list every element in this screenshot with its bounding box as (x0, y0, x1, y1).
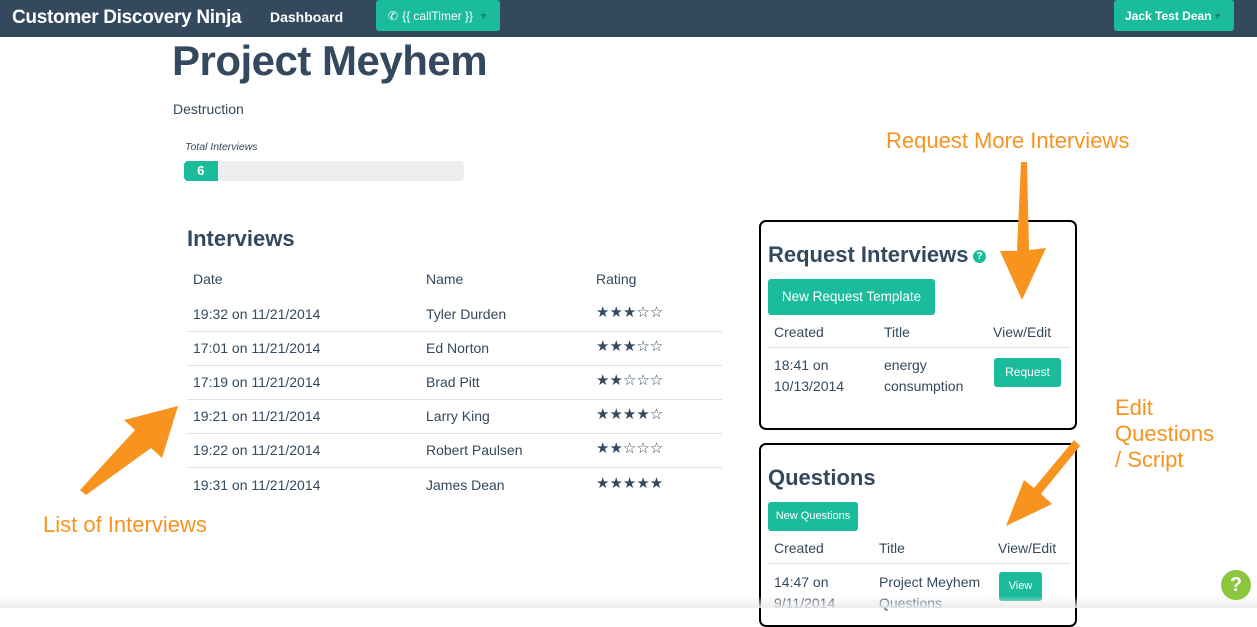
annotation-list-of-interviews: List of Interviews (43, 512, 207, 537)
annotation-line: Edit (1115, 395, 1153, 420)
bottom-shadow (0, 596, 1257, 608)
annotation-edit-questions: Edit Questions / Script (1115, 395, 1214, 473)
annotation-request-more: Request More Interviews (886, 128, 1130, 153)
annotation-line: Questions (1115, 421, 1215, 446)
annotation-line: / Script (1115, 447, 1184, 472)
arrow-edit-questions (1006, 440, 1080, 526)
arrow-list-interviews (80, 406, 178, 495)
arrow-request-more (1000, 162, 1046, 300)
help-chat-icon[interactable]: ? (1221, 570, 1251, 600)
